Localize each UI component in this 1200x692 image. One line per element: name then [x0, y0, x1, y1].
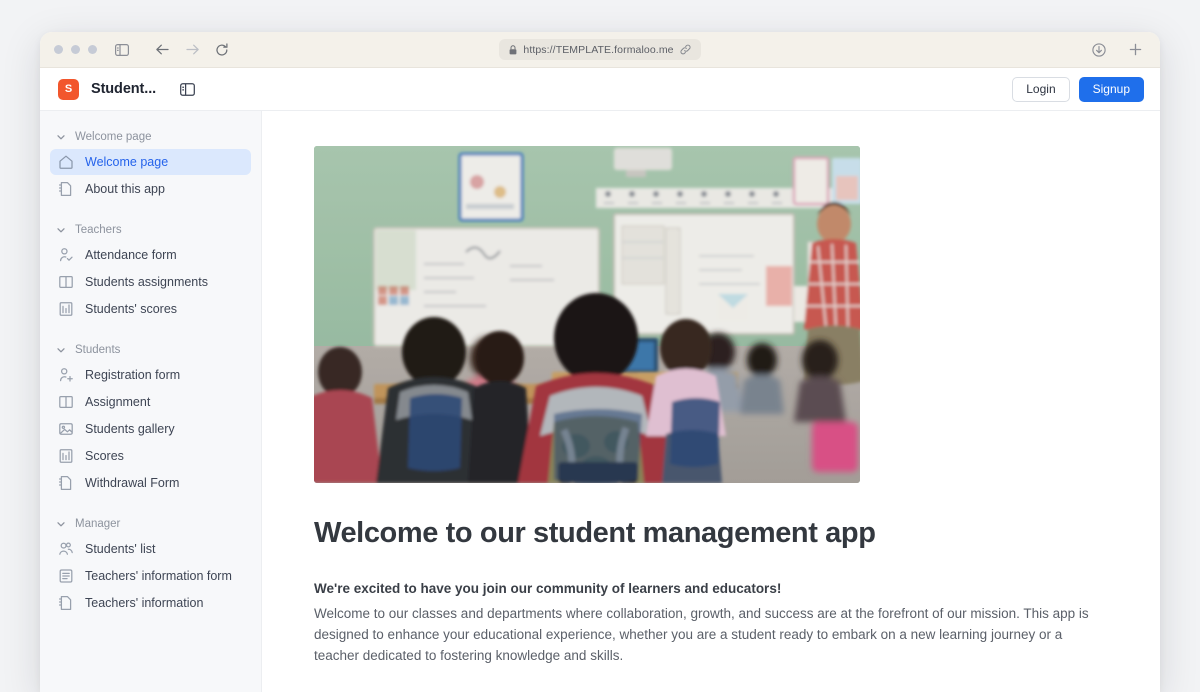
sidebar-section-label: Welcome page [75, 131, 152, 143]
panel-layout-icon[interactable] [180, 83, 195, 96]
classroom-photo [314, 146, 860, 483]
lock-icon [509, 45, 517, 55]
sidebar-item-label: Scores [85, 449, 124, 463]
sidebar-item-teachers-information[interactable]: Teachers' information [50, 590, 251, 616]
reload-icon[interactable] [211, 39, 233, 61]
maximize-window-button[interactable] [88, 45, 97, 54]
browser-window: https://TEMPLATE.formaloo.me [40, 32, 1160, 692]
document-icon [58, 475, 74, 491]
link-icon[interactable] [680, 44, 691, 55]
sidebar-item-withdrawal-form[interactable]: Withdrawal Form [50, 470, 251, 496]
page-title: Student... [91, 81, 156, 97]
sidebar-section: Manager Students' list Teachers' informati… [50, 512, 251, 616]
browser-nav-buttons [151, 39, 233, 61]
app-header: S Student... Login Signup [40, 68, 1160, 111]
welcome-lede: We're excited to have you join our commu… [314, 581, 1114, 596]
bar-chart-icon [58, 301, 74, 317]
sidebar-item-label: Students' scores [85, 302, 177, 316]
users-icon [58, 541, 74, 557]
chevron-down-icon [56, 519, 66, 529]
sidebar-item-students-assignments[interactable]: Students assignments [50, 269, 251, 295]
home-icon [58, 154, 74, 170]
header-actions: Login Signup [1012, 77, 1144, 102]
sidebar-item-students-list[interactable]: Students' list [50, 536, 251, 562]
chevron-down-icon [56, 225, 66, 235]
user-plus-icon [58, 367, 74, 383]
browser-toolbar-right [1088, 39, 1146, 61]
chevron-down-icon [56, 345, 66, 355]
list-form-icon [58, 568, 74, 584]
back-arrow-icon[interactable] [151, 39, 173, 61]
sidebar-section: Teachers Attendance form Students assignme… [50, 218, 251, 322]
sidebar-panel-icon[interactable] [111, 39, 133, 61]
sidebar-section-header[interactable]: Students [50, 338, 251, 362]
sidebar-item-about-this-app[interactable]: About this app [50, 176, 251, 202]
chevron-down-icon [56, 132, 66, 142]
sidebar-item-label: Teachers' information [85, 596, 203, 610]
sidebar-item-scores[interactable]: Scores [50, 443, 251, 469]
minimize-window-button[interactable] [71, 45, 80, 54]
address-bar[interactable]: https://TEMPLATE.formaloo.me [499, 39, 700, 60]
sidebar: Welcome page Welcome page About this app Te… [40, 111, 262, 692]
book-open-icon [58, 274, 74, 290]
welcome-heading: Welcome to our student management app [314, 517, 1114, 550]
sidebar-section-label: Manager [75, 518, 120, 530]
close-window-button[interactable] [54, 45, 63, 54]
sidebar-item-attendance-form[interactable]: Attendance form [50, 242, 251, 268]
forward-arrow-icon[interactable] [181, 39, 203, 61]
app-logo[interactable]: S [58, 79, 79, 100]
bar-chart-icon [58, 448, 74, 464]
welcome-paragraph: Welcome to our classes and departments w… [314, 603, 1104, 666]
sidebar-section-label: Students [75, 344, 120, 356]
download-icon[interactable] [1088, 39, 1110, 61]
plus-icon[interactable] [1124, 39, 1146, 61]
sidebar-item-label: Registration form [85, 368, 180, 382]
image-icon [58, 421, 74, 437]
document-icon [58, 595, 74, 611]
sidebar-item-label: Students gallery [85, 422, 175, 436]
sidebar-item-label: Assignment [85, 395, 150, 409]
sidebar-item-label: Attendance form [85, 248, 177, 262]
document-icon [58, 181, 74, 197]
window-traffic-lights [54, 45, 97, 54]
sidebar-item-students-gallery[interactable]: Students gallery [50, 416, 251, 442]
address-bar-url: https://TEMPLATE.formaloo.me [523, 44, 673, 56]
sidebar-section-header[interactable]: Welcome page [50, 125, 251, 149]
sidebar-item-assignment[interactable]: Assignment [50, 389, 251, 415]
login-button[interactable]: Login [1012, 77, 1069, 102]
sidebar-item-welcome-page[interactable]: Welcome page [50, 149, 251, 175]
sidebar-item-students-scores[interactable]: Students' scores [50, 296, 251, 322]
browser-toolbar: https://TEMPLATE.formaloo.me [40, 32, 1160, 68]
main-content: Welcome to our student management app We… [262, 111, 1160, 692]
sidebar-item-label: Students' list [85, 542, 155, 556]
sidebar-item-label: Welcome page [85, 155, 168, 169]
app-body: Welcome page Welcome page About this app Te… [40, 111, 1160, 692]
signup-button[interactable]: Signup [1079, 77, 1144, 102]
sidebar-section: Welcome page Welcome page About this app [50, 125, 251, 202]
sidebar-item-label: Teachers' information form [85, 569, 232, 583]
sidebar-item-label: Withdrawal Form [85, 476, 179, 490]
sidebar-section: Students Registration form Assignment Stude… [50, 338, 251, 496]
sidebar-section-header[interactable]: Manager [50, 512, 251, 536]
book-open-icon [58, 394, 74, 410]
sidebar-item-registration-form[interactable]: Registration form [50, 362, 251, 388]
sidebar-item-teachers-information-form[interactable]: Teachers' information form [50, 563, 251, 589]
user-check-icon [58, 247, 74, 263]
sidebar-section-header[interactable]: Teachers [50, 218, 251, 242]
sidebar-section-label: Teachers [75, 224, 122, 236]
sidebar-item-label: About this app [85, 182, 165, 196]
sidebar-item-label: Students assignments [85, 275, 208, 289]
